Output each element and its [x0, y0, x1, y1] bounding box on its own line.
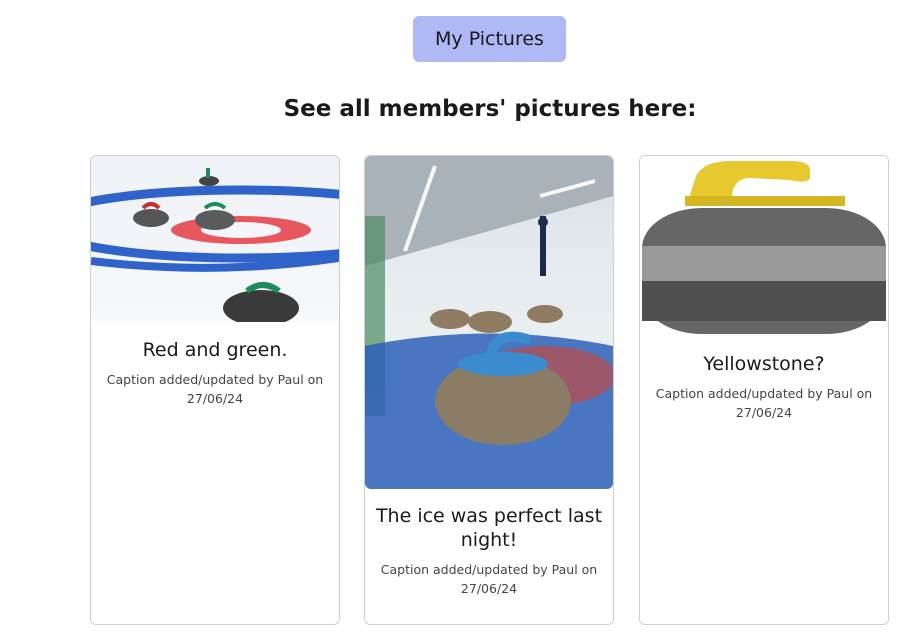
picture-card: Yellowstone? Caption added/updated by Pa… — [639, 155, 889, 625]
picture-caption: Red and green. — [142, 339, 288, 361]
picture-meta: Caption added/updated by Paul on 27/06/2… — [380, 562, 598, 596]
picture-meta: Caption added/updated by Paul on 27/06/2… — [655, 386, 873, 420]
picture-card: Red and green. Caption added/updated by … — [90, 155, 340, 625]
picture-image[interactable] — [91, 156, 339, 322]
picture-image[interactable] — [365, 156, 613, 489]
picture-card: The ice was perfect last night! Caption … — [364, 155, 614, 625]
picture-caption: Yellowstone? — [703, 353, 825, 375]
picture-meta: Caption added/updated by Paul on 27/06/2… — [106, 372, 324, 406]
page-heading: See all members' pictures here: — [283, 96, 697, 122]
picture-caption: The ice was perfect last night! — [375, 505, 603, 551]
my-pictures-button[interactable]: My Pictures — [413, 16, 566, 62]
picture-image[interactable] — [640, 156, 888, 337]
